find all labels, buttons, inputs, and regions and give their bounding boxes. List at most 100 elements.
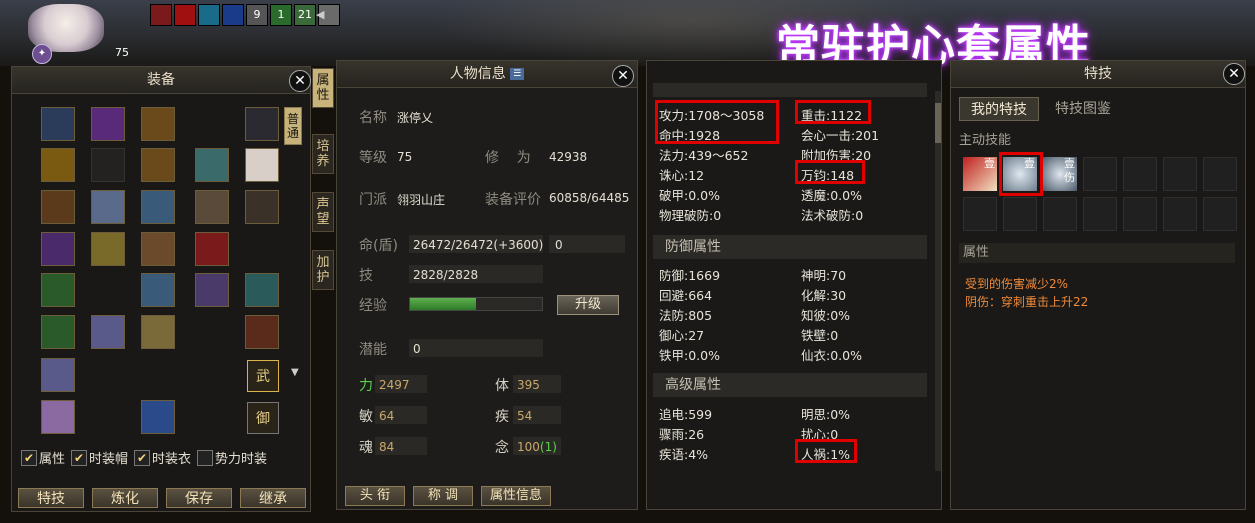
attribute-info-button[interactable]: 属性信息: [481, 486, 551, 506]
equip-slot-charm[interactable]: [41, 358, 75, 392]
scrollbar-thumb[interactable]: [935, 103, 941, 143]
equipment-close-button[interactable]: ✕: [289, 70, 311, 92]
level-value: 75: [397, 150, 413, 164]
buff-icon-wing[interactable]: [198, 4, 220, 26]
equip-slot-empty[interactable]: [91, 148, 125, 182]
equip-slot-boots[interactable]: [141, 273, 175, 307]
hud-level: 75: [115, 46, 129, 59]
stat-zhuxin: 诛心:12: [659, 168, 705, 183]
attr-agility-label: 敏: [359, 409, 373, 425]
equip-slot-ring[interactable]: [245, 190, 279, 224]
shield-value: 0: [555, 238, 563, 252]
stats-scrollbar[interactable]: [935, 91, 941, 471]
checkbox-fashion-hat[interactable]: ✔ 时装帽: [71, 448, 128, 467]
skill-guard-icon[interactable]: 壹伤: [1043, 157, 1077, 191]
checkbox-check-icon[interactable]: ✔: [71, 449, 88, 466]
equipment-title: 装备: [12, 67, 310, 94]
equip-slot-armor[interactable]: [141, 148, 175, 182]
checkbox-fashion-cloth[interactable]: ✔ 时装衣: [134, 448, 191, 467]
skill-slot[interactable]: [1123, 157, 1157, 191]
equip-slot-orb[interactable]: [91, 107, 125, 141]
skills-close-button[interactable]: ✕: [1223, 63, 1245, 85]
special-skill-button[interactable]: 特技: [18, 488, 84, 508]
attr-physique-label: 体: [495, 378, 509, 394]
stat-jiyu: 疾语:4%: [659, 447, 709, 462]
tab-normal[interactable]: 普通: [284, 107, 302, 145]
character-info-close-button[interactable]: ✕: [612, 65, 634, 87]
equip-slot-gem[interactable]: [41, 107, 75, 141]
attr-agility-value: 64: [379, 409, 395, 423]
equip-slot-helm[interactable]: [141, 107, 175, 141]
equip-slot-token[interactable]: [141, 400, 175, 434]
checkbox-empty-icon[interactable]: [197, 449, 214, 466]
buff-icon-timer[interactable]: 9: [246, 4, 268, 26]
buff-icon-leaf[interactable]: 21: [294, 4, 316, 26]
refine-button[interactable]: 炼化: [92, 488, 158, 508]
buff-collapse-arrow-icon[interactable]: ◀: [316, 8, 324, 21]
skill-slot[interactable]: [1083, 157, 1117, 191]
equip-slot-weapon[interactable]: [41, 232, 75, 266]
equip-slot-necklace[interactable]: [41, 148, 75, 182]
highlight-heavy-hit: [795, 100, 871, 124]
skill-slash-icon[interactable]: 壹: [963, 157, 997, 191]
checkbox-check-icon[interactable]: ✔: [21, 449, 37, 466]
skill-slot[interactable]: [1123, 197, 1157, 231]
equip-slot-scroll[interactable]: [41, 400, 75, 434]
skill-slot[interactable]: [1203, 197, 1237, 231]
equip-slot-pet[interactable]: [195, 232, 229, 266]
equip-slot-bow[interactable]: [41, 190, 75, 224]
inherit-button[interactable]: 继承: [240, 488, 306, 508]
yu-slot-button[interactable]: 御: [247, 402, 279, 434]
buff-bar: 9 1 21: [150, 4, 340, 26]
buff-icon-shield[interactable]: 1: [270, 4, 292, 26]
skill-slot[interactable]: [1083, 197, 1117, 231]
tab-my-skills[interactable]: 我的特技: [959, 97, 1039, 121]
save-button[interactable]: 保存: [166, 488, 232, 508]
skill-slot[interactable]: [1163, 157, 1197, 191]
equip-slot-bracelet[interactable]: [41, 273, 75, 307]
skill-slot[interactable]: [1043, 197, 1077, 231]
equip-slot-horse[interactable]: [245, 273, 279, 307]
dropdown-arrow-icon[interactable]: ▼: [291, 367, 299, 378]
equip-slot-feather[interactable]: [91, 190, 125, 224]
tab-skill-catalog[interactable]: 特技图鉴: [1043, 97, 1123, 121]
highlight-renhuo: [795, 439, 857, 463]
checkbox-check-icon[interactable]: ✔: [134, 449, 151, 466]
equip-slot-spear[interactable]: [91, 232, 125, 266]
attr-soul-value: 84: [379, 440, 395, 454]
equip-slot-sword[interactable]: [195, 273, 229, 307]
equip-slot-mount[interactable]: [195, 190, 229, 224]
equip-slot-wing[interactable]: [195, 148, 229, 182]
list-icon: ☰: [510, 68, 525, 80]
equip-slot-cloak[interactable]: [141, 315, 175, 349]
buff-icon-eye[interactable]: [150, 4, 172, 26]
skills-panel: 特技 ✕ 我的特技 特技图鉴 主动技能 壹 壹 壹伤 属性 受到的伤害减少2% …: [950, 60, 1246, 510]
tab-attributes[interactable]: 属性: [312, 68, 334, 108]
equip-slot-beast[interactable]: [245, 315, 279, 349]
upgrade-button[interactable]: 升级: [557, 295, 619, 315]
checkbox-faction-fashion[interactable]: 势力时装: [197, 448, 267, 467]
stat-phys-penetration: 物理破防:0: [659, 208, 722, 223]
name-label: 名称: [359, 110, 387, 126]
stat-defense: 防御:1669: [659, 268, 721, 283]
skill-slot[interactable]: [963, 197, 997, 231]
tab-reputation[interactable]: 声望: [312, 192, 334, 232]
equip-slot-belt[interactable]: [141, 232, 175, 266]
skill-slot[interactable]: [1163, 197, 1197, 231]
skill-slot[interactable]: [1003, 197, 1037, 231]
tab-cultivate[interactable]: 培养: [312, 134, 334, 174]
equip-slot-amulet[interactable]: [41, 315, 75, 349]
checkbox-attr[interactable]: ✔ 属性: [21, 448, 65, 467]
skill-slot[interactable]: [1203, 157, 1237, 191]
equip-slot-spirit[interactable]: [91, 315, 125, 349]
skill-desc-line-2: 阴伤：穿刺重击上升22: [965, 295, 1089, 309]
wu-slot-button[interactable]: 武: [247, 360, 279, 392]
buff-icon-fire[interactable]: [174, 4, 196, 26]
appellation-button[interactable]: 称 调: [413, 486, 473, 506]
tab-protect[interactable]: 加护: [312, 250, 334, 290]
title-button[interactable]: 头 衔: [345, 486, 405, 506]
equip-slot-fashion-cloth[interactable]: [245, 148, 279, 182]
equip-slot-pauldron[interactable]: [141, 190, 175, 224]
equip-slot-fashion-hat[interactable]: [245, 107, 279, 141]
buff-icon-blade[interactable]: [222, 4, 244, 26]
